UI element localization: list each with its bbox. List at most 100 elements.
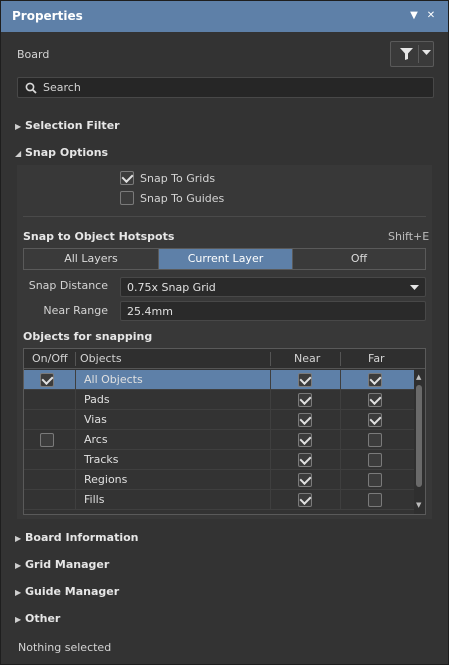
- scrollbar-thumb[interactable]: [416, 385, 422, 487]
- column-objects[interactable]: Objects: [80, 352, 122, 365]
- near-checkbox[interactable]: [298, 393, 312, 407]
- filter-button[interactable]: [390, 41, 434, 67]
- properties-panel: Properties ▼ ✕ Board Search ▶ Selection F…: [0, 0, 449, 665]
- table-row[interactable]: All Objects: [24, 370, 414, 390]
- context-label: Board: [17, 48, 50, 61]
- panel-menu-icon[interactable]: ▼: [408, 10, 420, 22]
- hotspot-mode-segmented: All Layers Current Layer Off: [23, 248, 426, 270]
- object-name: Arcs: [84, 433, 108, 446]
- close-icon[interactable]: ✕: [425, 10, 437, 22]
- far-checkbox[interactable]: [368, 393, 382, 407]
- chevron-down-icon[interactable]: [422, 50, 431, 56]
- near-checkbox[interactable]: [298, 433, 312, 447]
- column-onoff[interactable]: On/Off: [32, 352, 68, 365]
- near-range-field[interactable]: 25.4mm: [120, 301, 426, 321]
- cell-divider: [270, 490, 271, 510]
- cell-divider: [270, 410, 271, 430]
- hotspot-mode-all-layers[interactable]: All Layers: [24, 249, 158, 269]
- section-other[interactable]: ▶ Other: [15, 612, 60, 625]
- cell-divider: [75, 470, 76, 490]
- far-checkbox[interactable]: [368, 453, 382, 467]
- table-row[interactable]: Tracks: [24, 450, 414, 470]
- near-checkbox[interactable]: [298, 493, 312, 507]
- scroll-up-icon[interactable]: ▲: [416, 373, 421, 381]
- cell-divider: [340, 410, 341, 430]
- cell-divider: [340, 430, 341, 450]
- cell-divider: [340, 450, 341, 470]
- cell-divider: [270, 430, 271, 450]
- near-checkbox[interactable]: [298, 473, 312, 487]
- expand-icon: ▶: [15, 615, 22, 624]
- cell-divider: [75, 490, 76, 510]
- onoff-checkbox[interactable]: [40, 433, 54, 447]
- table-row[interactable]: Fills: [24, 490, 414, 510]
- near-checkbox[interactable]: [298, 373, 312, 387]
- search-icon: [25, 82, 37, 94]
- column-divider: [75, 352, 76, 366]
- cell-divider: [270, 370, 271, 390]
- table-row[interactable]: Pads: [24, 390, 414, 410]
- snap-to-guides-checkbox[interactable]: [120, 191, 134, 205]
- filter-icon: [400, 48, 413, 60]
- hotspots-shortcut: Shift+E: [388, 230, 430, 243]
- snap-to-guides-label: Snap To Guides: [140, 192, 225, 205]
- cell-divider: [75, 410, 76, 430]
- near-checkbox[interactable]: [298, 453, 312, 467]
- near-range-label: Near Range: [43, 304, 108, 317]
- objects-table: On/Off Objects Near Far All Objects Pads V…: [23, 348, 426, 515]
- status-text: Nothing selected: [18, 641, 112, 654]
- expand-icon: ▶: [15, 561, 22, 570]
- section-guide-manager[interactable]: ▶ Guide Manager: [15, 585, 119, 598]
- table-header: On/Off Objects Near Far: [24, 349, 425, 369]
- scroll-down-icon[interactable]: ▼: [416, 501, 421, 509]
- snap-distance-label: Snap Distance: [28, 279, 108, 292]
- table-row[interactable]: Arcs: [24, 430, 414, 450]
- title-bar: Properties ▼ ✕: [1, 1, 448, 32]
- column-far[interactable]: Far: [368, 352, 385, 365]
- column-near[interactable]: Near: [294, 352, 320, 365]
- section-board-information[interactable]: ▶ Board Information: [15, 531, 139, 544]
- search-input[interactable]: Search: [17, 77, 434, 98]
- chevron-down-icon: [410, 285, 419, 290]
- cell-divider: [340, 490, 341, 510]
- cell-divider: [75, 450, 76, 470]
- near-range-value: 25.4mm: [127, 305, 173, 318]
- far-checkbox[interactable]: [368, 493, 382, 507]
- far-checkbox[interactable]: [368, 373, 382, 387]
- far-checkbox[interactable]: [368, 473, 382, 487]
- snap-to-grids-checkbox[interactable]: [120, 171, 134, 185]
- cell-divider: [270, 470, 271, 490]
- far-checkbox[interactable]: [368, 433, 382, 447]
- section-selection-filter[interactable]: ▶ Selection Filter: [15, 119, 120, 132]
- onoff-checkbox[interactable]: [40, 373, 54, 387]
- expand-icon: ▶: [15, 534, 22, 543]
- cell-divider: [75, 430, 76, 450]
- snap-to-grids-label: Snap To Grids: [140, 172, 216, 185]
- snap-distance-select[interactable]: 0.75x Snap Grid: [120, 277, 426, 297]
- table-row[interactable]: Vias: [24, 410, 414, 430]
- cell-divider: [75, 390, 76, 410]
- near-checkbox[interactable]: [298, 413, 312, 427]
- divider: [23, 216, 426, 217]
- hotspots-title: Snap to Object Hotspots: [23, 230, 175, 243]
- hotspot-mode-off[interactable]: Off: [293, 249, 425, 269]
- hotspot-mode-current-layer[interactable]: Current Layer: [159, 249, 292, 269]
- cell-divider: [270, 450, 271, 470]
- object-name: Fills: [84, 493, 105, 506]
- section-snap-options[interactable]: ◢ Snap Options: [15, 146, 108, 159]
- cell-divider: [340, 470, 341, 490]
- cell-divider: [270, 390, 271, 410]
- table-row[interactable]: Regions: [24, 470, 414, 490]
- expand-icon: ▶: [15, 588, 22, 597]
- expand-icon: ▶: [15, 122, 22, 131]
- object-name: Regions: [84, 473, 128, 486]
- far-checkbox[interactable]: [368, 413, 382, 427]
- collapse-icon: ◢: [15, 149, 22, 158]
- object-name: Tracks: [84, 453, 119, 466]
- snap-distance-value: 0.75x Snap Grid: [127, 281, 216, 294]
- objects-title: Objects for snapping: [23, 330, 153, 343]
- search-placeholder: Search: [43, 81, 81, 94]
- cell-divider: [340, 370, 341, 390]
- section-grid-manager[interactable]: ▶ Grid Manager: [15, 558, 109, 571]
- cell-divider: [340, 390, 341, 410]
